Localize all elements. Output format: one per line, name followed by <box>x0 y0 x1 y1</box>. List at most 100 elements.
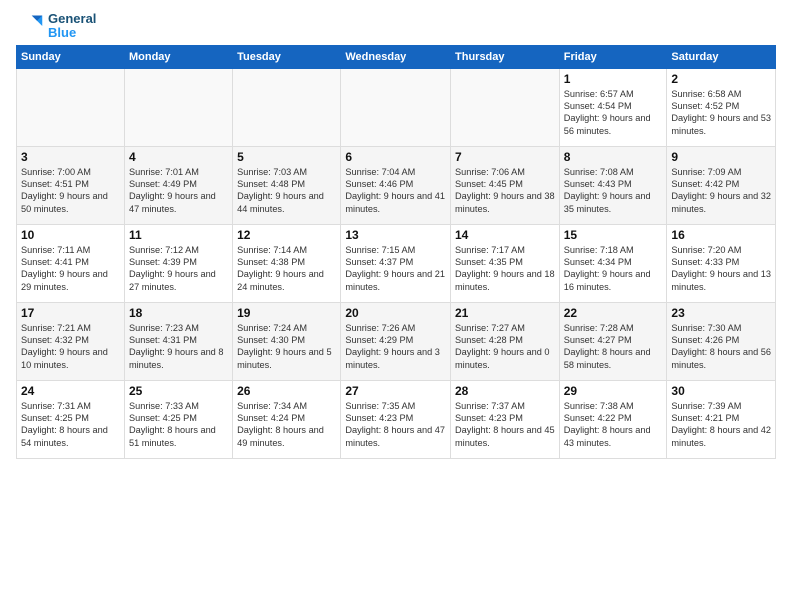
weekday-header-sunday: Sunday <box>17 45 125 68</box>
day-info: Sunrise: 7:21 AM Sunset: 4:32 PM Dayligh… <box>21 322 120 372</box>
calendar-cell: 5 Sunrise: 7:03 AM Sunset: 4:48 PM Daylig… <box>233 146 341 224</box>
day-info: Sunrise: 7:08 AM Sunset: 4:43 PM Dayligh… <box>564 166 663 216</box>
day-info: Sunrise: 7:31 AM Sunset: 4:25 PM Dayligh… <box>21 400 120 450</box>
calendar-week-row: 3 Sunrise: 7:00 AM Sunset: 4:51 PM Daylig… <box>17 146 776 224</box>
day-number: 30 <box>671 384 771 398</box>
day-info: Sunrise: 7:17 AM Sunset: 4:35 PM Dayligh… <box>455 244 555 294</box>
day-info: Sunrise: 7:00 AM Sunset: 4:51 PM Dayligh… <box>21 166 120 216</box>
day-number: 29 <box>564 384 663 398</box>
calendar-cell: 19Sunrise: 7:24 AM Sunset: 4:30 PM Dayli… <box>233 302 341 380</box>
day-number: 6 <box>345 150 446 164</box>
day-info: Sunrise: 7:15 AM Sunset: 4:37 PM Dayligh… <box>345 244 446 294</box>
day-info: Sunrise: 7:01 AM Sunset: 4:49 PM Dayligh… <box>129 166 228 216</box>
day-number: 14 <box>455 228 555 242</box>
calendar-cell: 3 Sunrise: 7:00 AM Sunset: 4:51 PM Daylig… <box>17 146 125 224</box>
calendar-cell <box>233 68 341 146</box>
day-number: 18 <box>129 306 228 320</box>
calendar-week-row: 10Sunrise: 7:11 AM Sunset: 4:41 PM Dayli… <box>17 224 776 302</box>
day-info: Sunrise: 7:30 AM Sunset: 4:26 PM Dayligh… <box>671 322 771 372</box>
day-number: 8 <box>564 150 663 164</box>
day-number: 13 <box>345 228 446 242</box>
calendar-cell: 29 Sunrise: 7:38 AM Sunset: 4:22 PM Dayli… <box>559 380 667 458</box>
day-info: Sunrise: 7:33 AM Sunset: 4:25 PM Dayligh… <box>129 400 228 450</box>
day-number: 23 <box>671 306 771 320</box>
calendar-week-row: 1Sunrise: 6:57 AM Sunset: 4:54 PM Daylig… <box>17 68 776 146</box>
calendar-cell: 10Sunrise: 7:11 AM Sunset: 4:41 PM Dayli… <box>17 224 125 302</box>
weekday-header-monday: Monday <box>124 45 232 68</box>
calendar-cell: 25 Sunrise: 7:33 AM Sunset: 4:25 PM Dayli… <box>124 380 232 458</box>
calendar-week-row: 17 Sunrise: 7:21 AM Sunset: 4:32 PM Dayli… <box>17 302 776 380</box>
calendar-cell: 13 Sunrise: 7:15 AM Sunset: 4:37 PM Dayli… <box>341 224 451 302</box>
day-number: 16 <box>671 228 771 242</box>
calendar-cell: 16 Sunrise: 7:20 AM Sunset: 4:33 PM Dayli… <box>667 224 776 302</box>
day-info: Sunrise: 7:24 AM Sunset: 4:30 PM Dayligh… <box>237 322 336 372</box>
weekday-header-wednesday: Wednesday <box>341 45 451 68</box>
calendar-table: SundayMondayTuesdayWednesdayThursdayFrid… <box>16 45 776 459</box>
calendar-cell: 28Sunrise: 7:37 AM Sunset: 4:23 PM Dayli… <box>451 380 560 458</box>
day-info: Sunrise: 7:06 AM Sunset: 4:45 PM Dayligh… <box>455 166 555 216</box>
calendar-cell: 18 Sunrise: 7:23 AM Sunset: 4:31 PM Dayli… <box>124 302 232 380</box>
day-number: 15 <box>564 228 663 242</box>
day-number: 9 <box>671 150 771 164</box>
day-number: 25 <box>129 384 228 398</box>
calendar-cell: 4 Sunrise: 7:01 AM Sunset: 4:49 PM Daylig… <box>124 146 232 224</box>
day-number: 20 <box>345 306 446 320</box>
day-info: Sunrise: 7:23 AM Sunset: 4:31 PM Dayligh… <box>129 322 228 372</box>
logo: General Blue <box>16 12 96 41</box>
calendar-cell: 27 Sunrise: 7:35 AM Sunset: 4:23 PM Dayli… <box>341 380 451 458</box>
calendar-cell <box>451 68 560 146</box>
day-info: Sunrise: 7:34 AM Sunset: 4:24 PM Dayligh… <box>237 400 336 450</box>
calendar-cell: 2 Sunrise: 6:58 AM Sunset: 4:52 PM Daylig… <box>667 68 776 146</box>
day-number: 7 <box>455 150 555 164</box>
weekday-header-saturday: Saturday <box>667 45 776 68</box>
day-info: Sunrise: 7:20 AM Sunset: 4:33 PM Dayligh… <box>671 244 771 294</box>
calendar-cell: 12Sunrise: 7:14 AM Sunset: 4:38 PM Dayli… <box>233 224 341 302</box>
day-number: 2 <box>671 72 771 86</box>
calendar-cell: 8 Sunrise: 7:08 AM Sunset: 4:43 PM Daylig… <box>559 146 667 224</box>
day-number: 17 <box>21 306 120 320</box>
calendar-cell: 20 Sunrise: 7:26 AM Sunset: 4:29 PM Dayli… <box>341 302 451 380</box>
day-number: 26 <box>237 384 336 398</box>
day-info: Sunrise: 7:12 AM Sunset: 4:39 PM Dayligh… <box>129 244 228 294</box>
day-info: Sunrise: 7:11 AM Sunset: 4:41 PM Dayligh… <box>21 244 120 294</box>
calendar-week-row: 24 Sunrise: 7:31 AM Sunset: 4:25 PM Dayli… <box>17 380 776 458</box>
logo-icon <box>16 12 44 40</box>
calendar-cell: 17 Sunrise: 7:21 AM Sunset: 4:32 PM Dayli… <box>17 302 125 380</box>
day-info: Sunrise: 6:57 AM Sunset: 4:54 PM Dayligh… <box>564 88 663 138</box>
calendar-cell: 11 Sunrise: 7:12 AM Sunset: 4:39 PM Dayli… <box>124 224 232 302</box>
day-info: Sunrise: 7:27 AM Sunset: 4:28 PM Dayligh… <box>455 322 555 372</box>
calendar-cell <box>124 68 232 146</box>
day-number: 21 <box>455 306 555 320</box>
day-info: Sunrise: 7:04 AM Sunset: 4:46 PM Dayligh… <box>345 166 446 216</box>
weekday-header-tuesday: Tuesday <box>233 45 341 68</box>
header: General Blue <box>16 12 776 41</box>
calendar-header-row: SundayMondayTuesdayWednesdayThursdayFrid… <box>17 45 776 68</box>
day-info: Sunrise: 6:58 AM Sunset: 4:52 PM Dayligh… <box>671 88 771 138</box>
day-number: 3 <box>21 150 120 164</box>
day-number: 11 <box>129 228 228 242</box>
calendar-cell: 24 Sunrise: 7:31 AM Sunset: 4:25 PM Dayli… <box>17 380 125 458</box>
calendar-cell: 22Sunrise: 7:28 AM Sunset: 4:27 PM Dayli… <box>559 302 667 380</box>
day-number: 24 <box>21 384 120 398</box>
day-number: 5 <box>237 150 336 164</box>
day-info: Sunrise: 7:18 AM Sunset: 4:34 PM Dayligh… <box>564 244 663 294</box>
day-info: Sunrise: 7:14 AM Sunset: 4:38 PM Dayligh… <box>237 244 336 294</box>
calendar-cell: 14 Sunrise: 7:17 AM Sunset: 4:35 PM Dayli… <box>451 224 560 302</box>
logo-text: General Blue <box>48 12 96 41</box>
calendar-cell: 6 Sunrise: 7:04 AM Sunset: 4:46 PM Daylig… <box>341 146 451 224</box>
day-info: Sunrise: 7:28 AM Sunset: 4:27 PM Dayligh… <box>564 322 663 372</box>
calendar-cell: 26 Sunrise: 7:34 AM Sunset: 4:24 PM Dayli… <box>233 380 341 458</box>
day-number: 27 <box>345 384 446 398</box>
day-info: Sunrise: 7:35 AM Sunset: 4:23 PM Dayligh… <box>345 400 446 450</box>
day-number: 4 <box>129 150 228 164</box>
weekday-header-friday: Friday <box>559 45 667 68</box>
page-container: General Blue SundayMondayTuesdayWednesda… <box>0 0 792 467</box>
day-info: Sunrise: 7:38 AM Sunset: 4:22 PM Dayligh… <box>564 400 663 450</box>
day-number: 28 <box>455 384 555 398</box>
calendar-cell: 1Sunrise: 6:57 AM Sunset: 4:54 PM Daylig… <box>559 68 667 146</box>
day-info: Sunrise: 7:03 AM Sunset: 4:48 PM Dayligh… <box>237 166 336 216</box>
calendar-cell: 21 Sunrise: 7:27 AM Sunset: 4:28 PM Dayli… <box>451 302 560 380</box>
day-info: Sunrise: 7:26 AM Sunset: 4:29 PM Dayligh… <box>345 322 446 372</box>
calendar-cell: 7 Sunrise: 7:06 AM Sunset: 4:45 PM Daylig… <box>451 146 560 224</box>
calendar-cell <box>17 68 125 146</box>
